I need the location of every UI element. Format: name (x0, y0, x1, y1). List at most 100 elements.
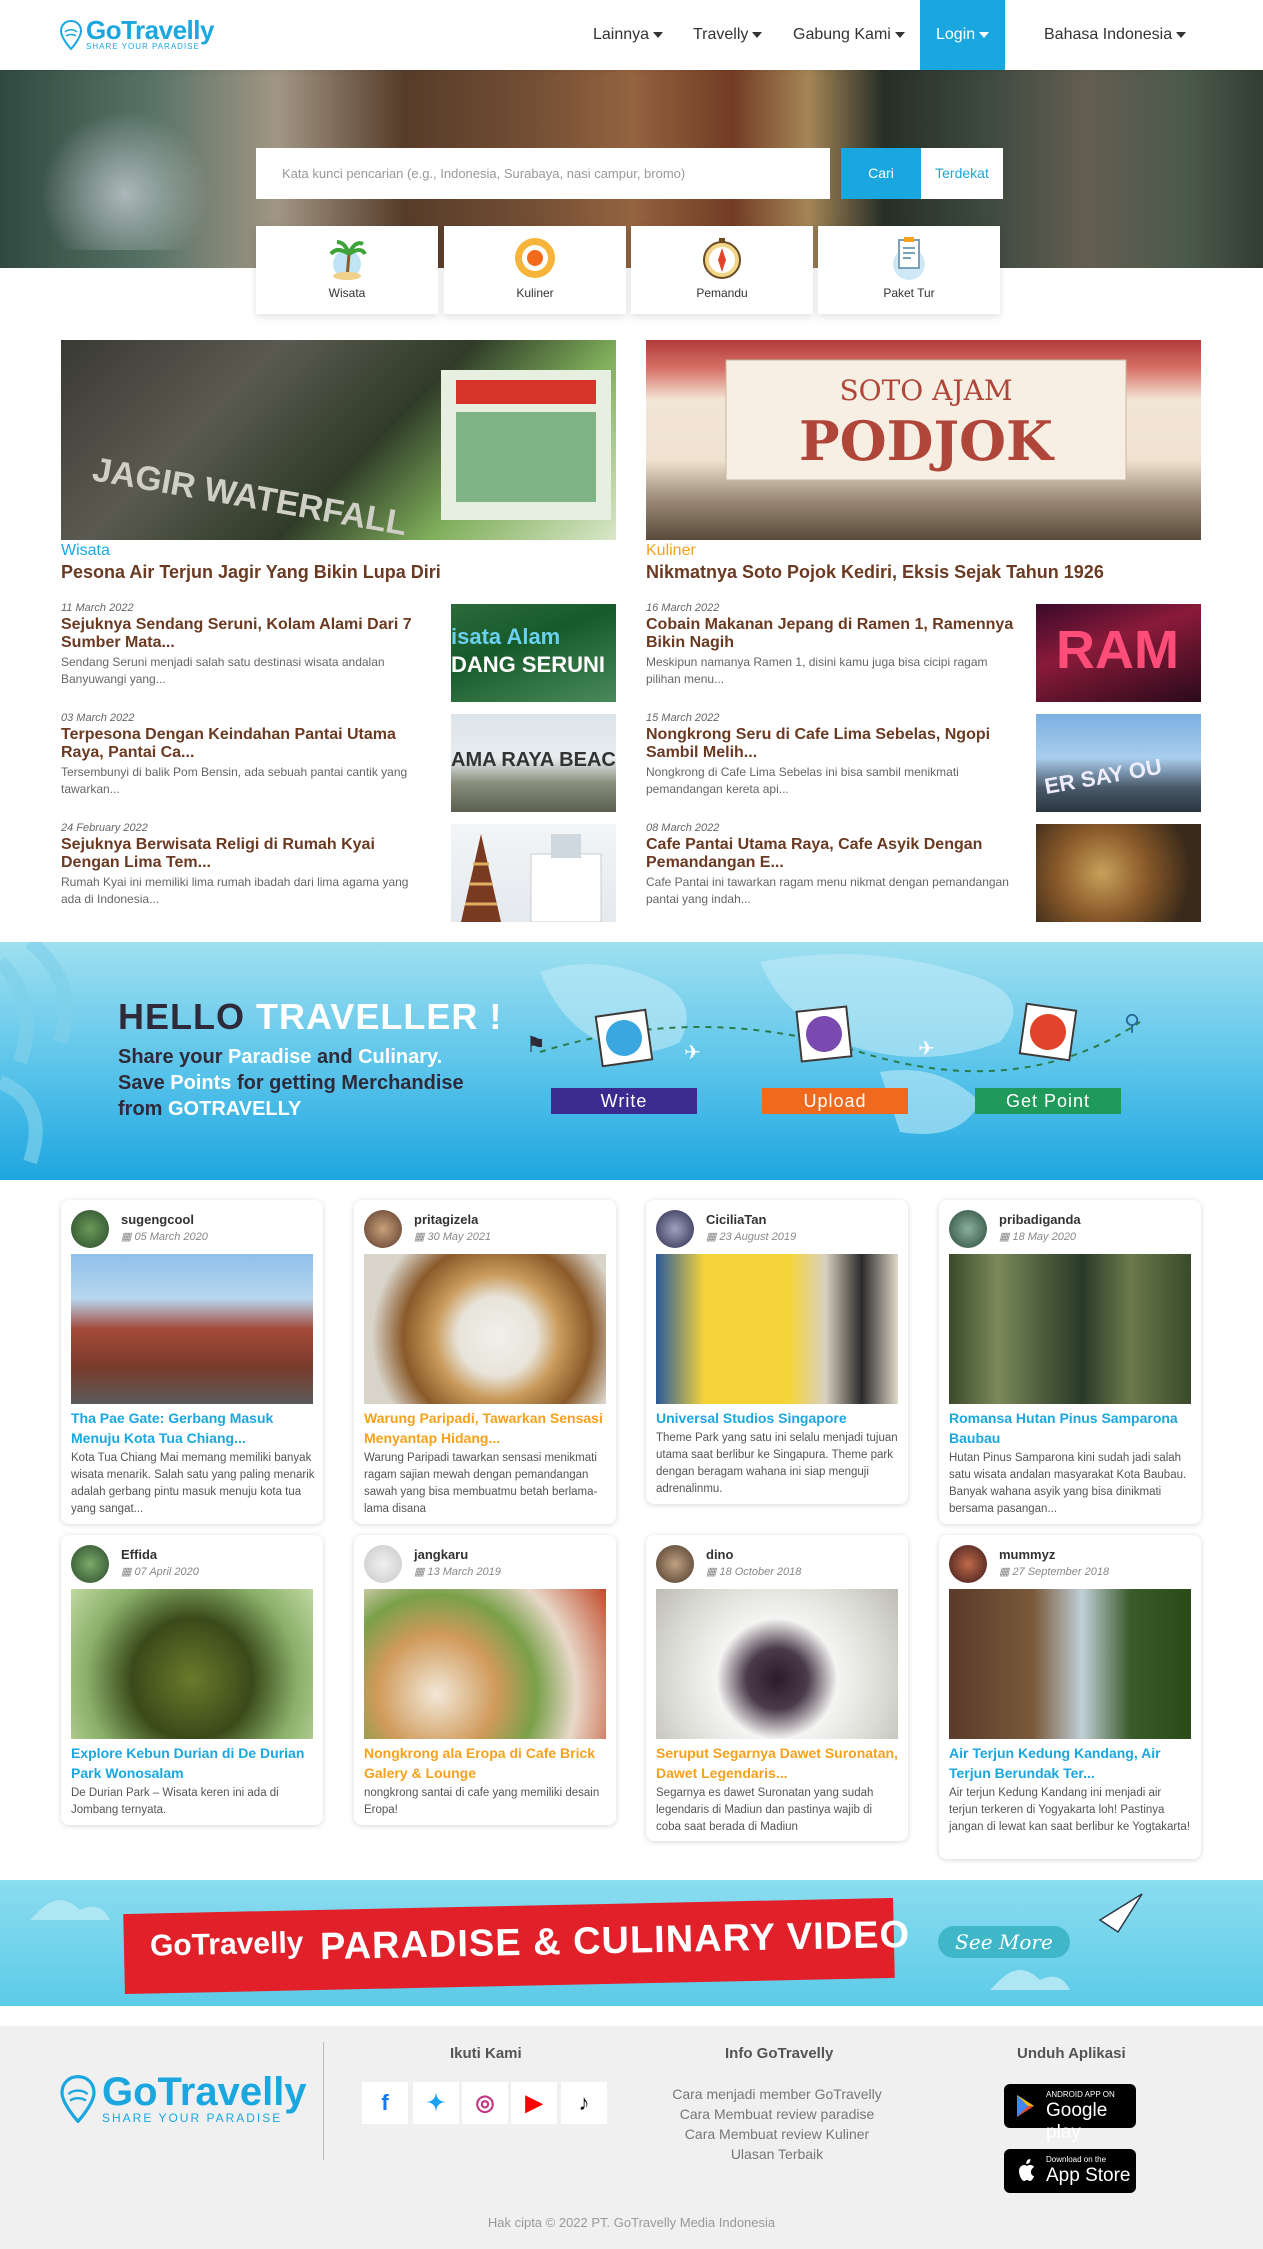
post-username[interactable]: dino (706, 1547, 733, 1562)
see-more-button[interactable]: See More (938, 1926, 1070, 1958)
post-card[interactable]: CiciliaTan ▦ 23 August 2019 Universal St… (646, 1200, 908, 1504)
post-image[interactable] (656, 1589, 898, 1739)
search-button[interactable]: Cari (841, 148, 921, 199)
article-title[interactable]: Sejuknya Berwisata Religi di Rumah Kyai … (61, 836, 431, 872)
article-thumbnail[interactable]: RAM (1036, 604, 1201, 702)
featured-wisata-image[interactable]: JAGIR WATERFALL (61, 340, 616, 540)
post-title[interactable]: Seruput Segarnya Dawet Suronatan, Dawet … (656, 1743, 900, 1783)
upload-button[interactable]: Upload (762, 1088, 908, 1114)
post-image[interactable] (71, 1254, 313, 1404)
nav-travelly[interactable]: Travelly (693, 0, 763, 70)
youtube-icon[interactable]: ▶ (511, 2082, 557, 2124)
featured-title[interactable]: Pesona Air Terjun Jagir Yang Bikin Lupa … (61, 562, 441, 583)
facebook-icon[interactable]: f (362, 2082, 408, 2124)
article-title[interactable]: Cobain Makanan Jepang di Ramen 1, Ramenn… (646, 616, 1016, 652)
post-card[interactable]: Effida ▦ 07 April 2020 Explore Kebun Dur… (61, 1535, 323, 1825)
list-item[interactable]: 11 March 2022 Sejuknya Sendang Seruni, K… (61, 602, 616, 702)
post-image[interactable] (364, 1254, 606, 1404)
post-card[interactable]: mummyz ▦ 27 September 2018 Air Terjun Ke… (939, 1535, 1201, 1859)
post-title[interactable]: Tha Pae Gate: Gerbang Masuk Menuju Kota … (71, 1408, 315, 1448)
post-username[interactable]: mummyz (999, 1547, 1055, 1562)
article-title[interactable]: Sejuknya Sendang Seruni, Kolam Alami Dar… (61, 616, 431, 652)
list-item[interactable]: 15 March 2022 Nongkrong Seru di Cafe Lim… (646, 712, 1201, 812)
article-title[interactable]: Terpesona Dengan Keindahan Pantai Utama … (61, 726, 431, 762)
featured-kuliner-image[interactable]: SOTO AJAM PODJOK (646, 340, 1201, 540)
category-wisata[interactable]: Wisata (256, 226, 438, 314)
avatar[interactable] (656, 1210, 694, 1248)
post-date-text: 13 March 2019 (427, 1566, 501, 1578)
post-card[interactable]: dino ▦ 18 October 2018 Seruput Segarnya … (646, 1535, 908, 1841)
avatar[interactable] (949, 1210, 987, 1248)
featured-category[interactable]: Kuliner (646, 542, 696, 560)
footer-link[interactable]: Cara menjadi member GoTravelly (647, 2086, 907, 2102)
list-item[interactable]: 24 February 2022 Sejuknya Berwisata Reli… (61, 822, 616, 922)
featured-title[interactable]: Nikmatnya Soto Pojok Kediri, Eksis Sejak… (646, 562, 1104, 583)
featured-category[interactable]: Wisata (61, 542, 110, 560)
post-title[interactable]: Universal Studios Singapore (656, 1408, 900, 1428)
post-title[interactable]: Romansa Hutan Pinus Samparona Baubau (949, 1408, 1193, 1448)
banner-line: Save Points for getting Merchandise (118, 1072, 464, 1095)
avatar[interactable] (364, 1545, 402, 1583)
post-image[interactable] (949, 1589, 1191, 1739)
post-card[interactable]: pribadiganda ▦ 18 May 2020 Romansa Hutan… (939, 1200, 1201, 1524)
nav-login[interactable]: Login (920, 0, 1006, 70)
compass-icon (698, 234, 746, 282)
post-username[interactable]: jangkaru (414, 1547, 468, 1562)
post-title[interactable]: Explore Kebun Durian di De Durian Park W… (71, 1743, 315, 1783)
post-image[interactable] (949, 1254, 1191, 1404)
article-thumbnail[interactable] (1036, 824, 1201, 922)
list-item[interactable]: 16 March 2022 Cobain Makanan Jepang di R… (646, 602, 1201, 702)
article-thumbnail[interactable]: ER SAY OU (1036, 714, 1201, 812)
post-username[interactable]: pribadiganda (999, 1212, 1081, 1227)
avatar[interactable] (71, 1210, 109, 1248)
get-point-button[interactable]: Get Point (975, 1088, 1121, 1114)
brand-logo[interactable]: GoTravelly SHARE YOUR PARADISE (60, 17, 214, 51)
post-card[interactable]: sugengcool ▦ 05 March 2020 Tha Pae Gate:… (61, 1200, 323, 1524)
avatar[interactable] (949, 1545, 987, 1583)
article-thumbnail[interactable]: isata Alam DANG SERUNI (451, 604, 616, 702)
post-username[interactable]: sugengcool (121, 1212, 194, 1227)
category-paket-tur[interactable]: Paket Tur (818, 226, 1000, 314)
article-title[interactable]: Nongkrong Seru di Cafe Lima Sebelas, Ngo… (646, 726, 1016, 762)
list-item[interactable]: 03 March 2022 Terpesona Dengan Keindahan… (61, 712, 616, 812)
post-card[interactable]: jangkaru ▦ 13 March 2019 Nongkrong ala E… (354, 1535, 616, 1825)
google-play-button[interactable]: ANDROID APP ON Google play (1004, 2084, 1136, 2143)
post-card[interactable]: pritagizela ▦ 30 May 2021 Warung Paripad… (354, 1200, 616, 1524)
nav-language[interactable]: Bahasa Indonesia (1044, 0, 1187, 70)
article-thumbnail[interactable]: AMA RAYA BEACH (451, 714, 616, 812)
category-pemandu[interactable]: Pemandu (631, 226, 813, 314)
post-image[interactable] (656, 1254, 898, 1404)
nav-gabung-kami[interactable]: Gabung Kami (793, 0, 905, 70)
list-item[interactable]: 08 March 2022 Cafe Pantai Utama Raya, Ca… (646, 822, 1201, 922)
post-title[interactable]: Nongkrong ala Eropa di Cafe Brick Galery… (364, 1743, 608, 1783)
app-store-button[interactable]: Download on the App Store (1004, 2149, 1136, 2193)
avatar[interactable] (71, 1545, 109, 1583)
instagram-icon[interactable]: ◎ (462, 2082, 508, 2124)
food-icon (511, 234, 559, 282)
nearby-button[interactable]: Terdekat (921, 148, 1003, 199)
twitter-icon[interactable]: ✦ (413, 2082, 459, 2124)
post-image[interactable] (71, 1589, 313, 1739)
post-username[interactable]: Effida (121, 1547, 157, 1562)
avatar[interactable] (364, 1210, 402, 1248)
footer-link[interactable]: Cara Membuat review Kuliner (647, 2126, 907, 2142)
post-title[interactable]: Air Terjun Kedung Kandang, Air Terjun Be… (949, 1743, 1193, 1783)
post-image[interactable] (364, 1589, 606, 1739)
footer-link[interactable]: Cara Membuat review paradise (647, 2106, 907, 2122)
caret-down-icon (653, 31, 664, 38)
post-username[interactable]: CiciliaTan (706, 1212, 766, 1227)
write-button[interactable]: Write (551, 1088, 697, 1114)
post-title[interactable]: Warung Paripadi, Tawarkan Sensasi Menyan… (364, 1408, 608, 1448)
post-username[interactable]: pritagizela (414, 1212, 478, 1227)
article-title[interactable]: Cafe Pantai Utama Raya, Cafe Asyik Denga… (646, 836, 1016, 872)
avatar[interactable] (656, 1545, 694, 1583)
nav-lainnya[interactable]: Lainnya (593, 0, 664, 70)
top-navbar: GoTravelly SHARE YOUR PARADISE Lainnya T… (0, 0, 1263, 70)
footer-link[interactable]: Ulasan Terbaik (647, 2146, 907, 2162)
tiktok-icon[interactable]: ♪ (561, 2082, 607, 2124)
article-thumbnail[interactable] (451, 824, 616, 922)
footer-logo[interactable]: GoTravelly SHARE YOUR PARADISE (60, 2072, 307, 2125)
image-sign-text: PODJOK (799, 409, 1055, 473)
search-input[interactable]: Kata kunci pencarian (e.g., Indonesia, S… (256, 148, 830, 199)
category-kuliner[interactable]: Kuliner (444, 226, 626, 314)
